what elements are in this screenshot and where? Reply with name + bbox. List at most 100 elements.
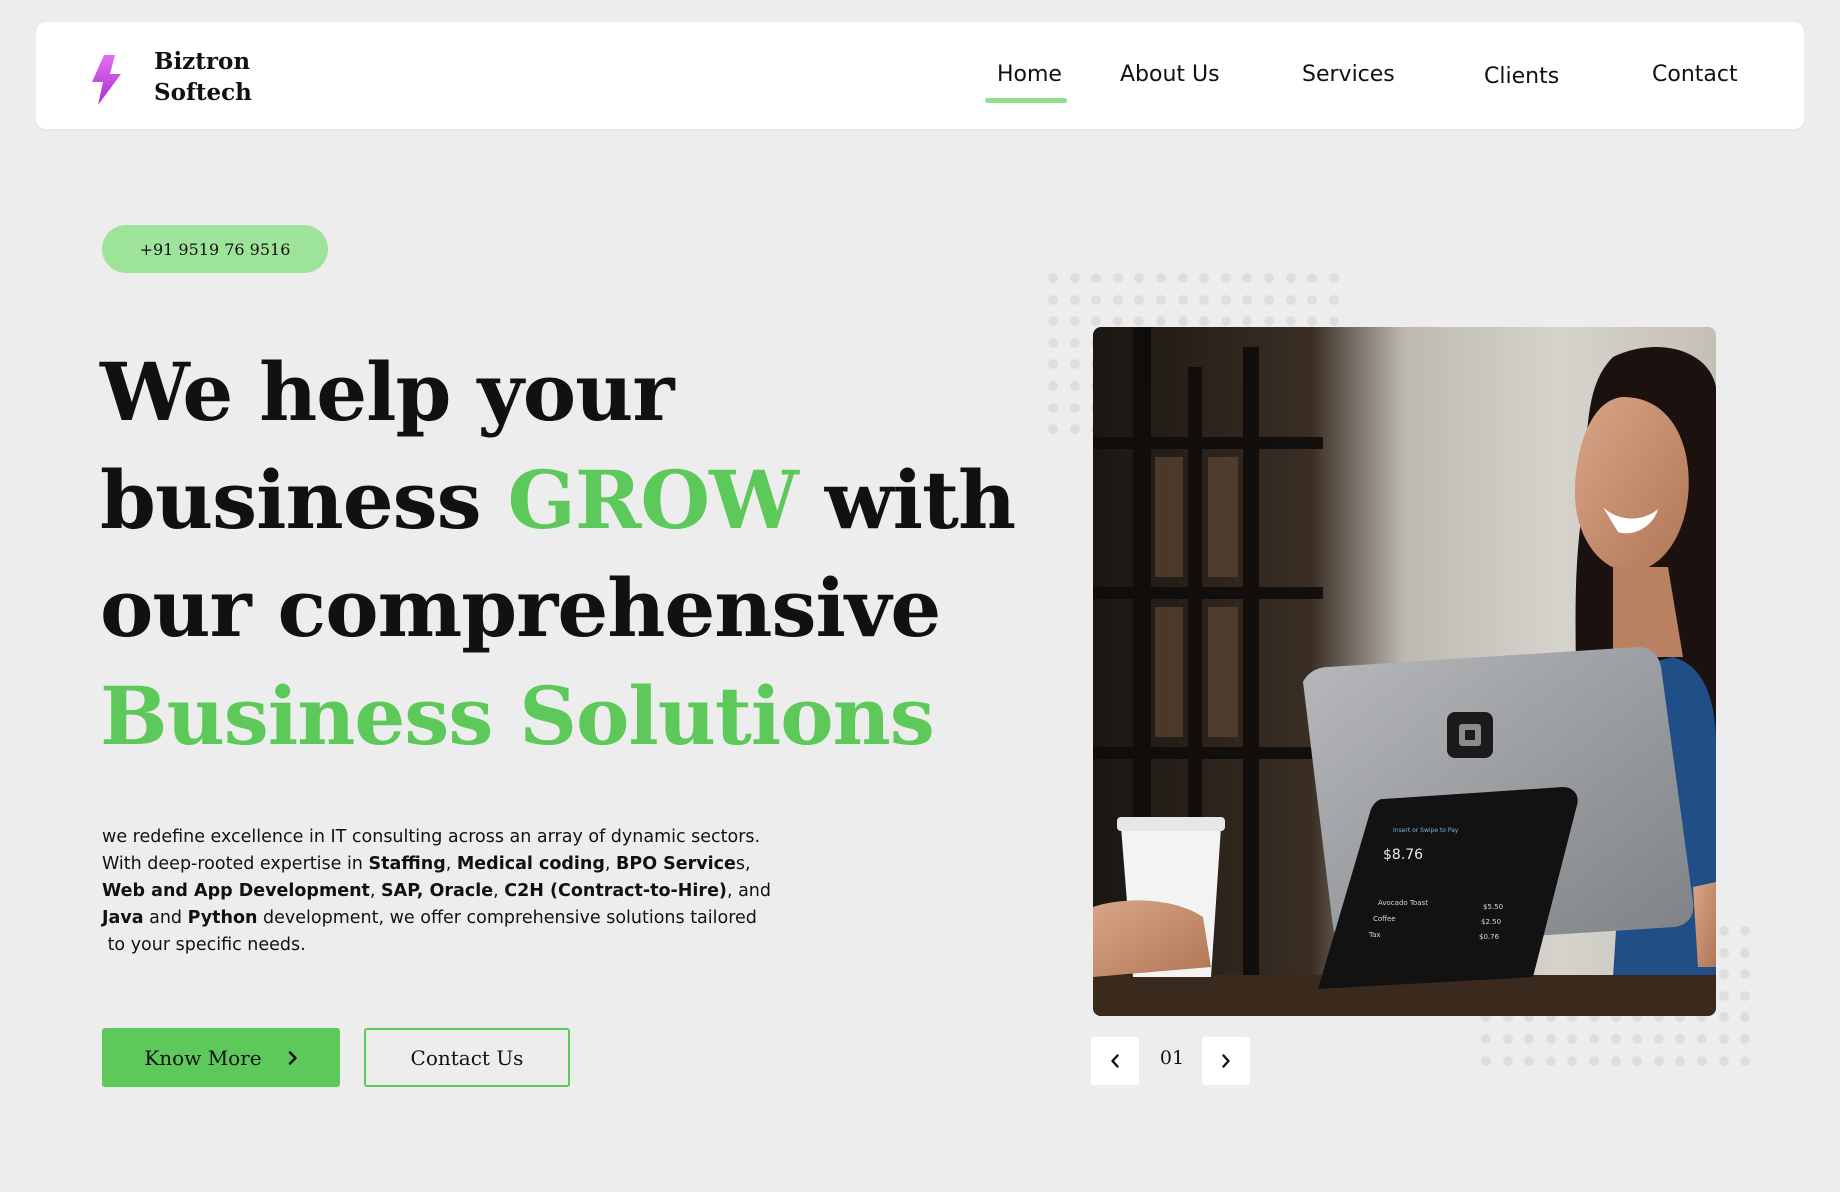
dot: [1740, 1034, 1751, 1044]
dot: [1697, 1055, 1707, 1066]
dot: [1589, 1034, 1599, 1044]
dot: [1481, 1034, 1491, 1044]
dot: [1610, 1055, 1621, 1066]
desc-web-app: Web and App Development: [102, 881, 370, 901]
headline-line-3: our comprehensive: [100, 561, 941, 655]
dot: [1112, 273, 1123, 283]
headline-line-4: Business Solutions: [100, 669, 935, 763]
dot: [1524, 1034, 1535, 1044]
dot: [1328, 316, 1339, 327]
carousel-counter: 01: [1159, 1047, 1185, 1069]
headline-business: business: [100, 453, 508, 547]
dot: [1264, 316, 1274, 327]
dot: [1632, 1034, 1643, 1044]
dot: [1718, 1012, 1729, 1023]
brand-line-2: Softech: [154, 79, 252, 106]
desc-line-4: Java and Python development, we offer co…: [102, 905, 762, 932]
dot: [1653, 1034, 1664, 1044]
dot: [1697, 1034, 1707, 1044]
hero-headline: We help your business GROW with our comp…: [100, 338, 1016, 770]
desc-text: ,: [445, 854, 457, 874]
hero-image: $8.76 Avocado Toast Coffee Tax $5.50 $2.…: [1093, 327, 1716, 1016]
desc-sap-oracle: SAP, Oracle: [381, 881, 494, 901]
dot: [1242, 294, 1253, 305]
dot: [1285, 316, 1296, 327]
dot: [1048, 402, 1058, 413]
dot: [1718, 1055, 1729, 1066]
nav-about-us[interactable]: About Us: [1120, 62, 1220, 87]
dot: [1502, 1055, 1513, 1066]
dot: [1502, 1034, 1513, 1044]
desc-text: development, we offer comprehensive solu…: [257, 908, 757, 928]
chevron-right-icon: [1222, 1054, 1230, 1068]
dot: [1199, 294, 1210, 305]
dot: [1134, 316, 1145, 327]
nav-home[interactable]: Home: [997, 62, 1062, 87]
dot: [1069, 402, 1080, 413]
dot: [1567, 1055, 1578, 1066]
dot: [1069, 337, 1080, 348]
dot: [1242, 273, 1253, 283]
dot: [1177, 294, 1188, 305]
dot: [1134, 273, 1145, 283]
lightning-bolt-icon[interactable]: [90, 54, 122, 106]
headline-grow: GROW: [507, 453, 799, 547]
dot: [1220, 294, 1231, 305]
screen-item-1: Avocado Toast: [1378, 899, 1428, 907]
desc-text: and: [143, 908, 188, 928]
nav-contact[interactable]: Contact: [1652, 62, 1738, 87]
desc-python: Python: [187, 908, 258, 928]
dot: [1481, 1055, 1491, 1066]
dot: [1567, 1034, 1578, 1044]
dot: [1069, 294, 1080, 305]
phone-badge[interactable]: +91 9519 76 9516: [102, 225, 328, 273]
desc-c2h: C2H (Contract-to-Hire): [504, 881, 727, 901]
dot: [1545, 1055, 1556, 1066]
dot: [1069, 273, 1080, 283]
contact-us-button[interactable]: Contact Us: [364, 1028, 570, 1087]
dot: [1285, 273, 1296, 283]
dot: [1048, 316, 1058, 327]
dot: [1069, 359, 1080, 370]
desc-text: ,: [369, 881, 382, 901]
dot: [1740, 1055, 1751, 1066]
nav-clients[interactable]: Clients: [1484, 64, 1559, 89]
dot: [1632, 1055, 1643, 1066]
hero-description: we redefine excellence in IT consulting …: [102, 824, 771, 959]
dot: [1740, 947, 1751, 958]
dot: [1156, 294, 1166, 305]
dot: [1740, 926, 1751, 936]
dot: [1220, 316, 1231, 327]
carousel-next-button[interactable]: [1202, 1037, 1250, 1085]
dot: [1048, 359, 1058, 370]
chevron-right-icon: [288, 1050, 297, 1065]
dot: [1177, 316, 1188, 327]
dot: [1156, 273, 1166, 283]
headline-line-2: business GROW with: [100, 446, 1016, 554]
dot: [1199, 316, 1210, 327]
dot: [1307, 273, 1318, 283]
desc-bpo: BPO Service: [616, 854, 736, 874]
brand-name[interactable]: Biztron Softech: [154, 46, 252, 108]
carousel-prev-button[interactable]: [1091, 1037, 1139, 1085]
dot: [1740, 969, 1751, 980]
dot: [1589, 1055, 1599, 1066]
dot: [1675, 1055, 1686, 1066]
dot: [1048, 424, 1058, 435]
desc-line-2: With deep-rooted expertise in Staffing, …: [102, 851, 762, 878]
dot: [1307, 316, 1318, 327]
dot: [1048, 381, 1058, 391]
navbar: Biztron Softech Home About Us Services C…: [36, 22, 1804, 129]
nav-services[interactable]: Services: [1302, 62, 1395, 87]
screen-prompt: Insert or Swipe to Pay: [1393, 827, 1459, 834]
dot: [1328, 294, 1339, 305]
dot: [1091, 316, 1102, 327]
dot: [1610, 1034, 1621, 1044]
dot: [1112, 294, 1123, 305]
know-more-button[interactable]: Know More: [102, 1028, 340, 1087]
dot: [1675, 1034, 1686, 1044]
desc-line-5: to your specific needs.: [102, 935, 306, 955]
dot: [1048, 294, 1058, 305]
headline-with: with: [797, 453, 1016, 547]
dot: [1653, 1055, 1664, 1066]
